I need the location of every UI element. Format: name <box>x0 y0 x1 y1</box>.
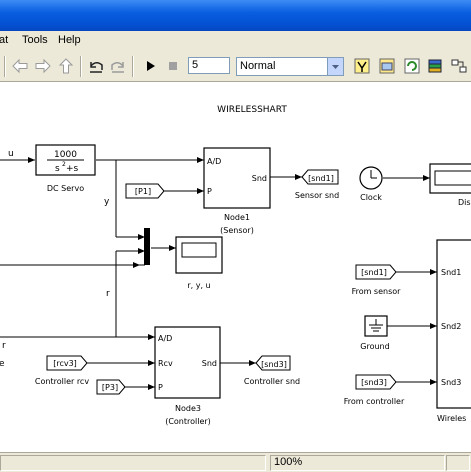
from-sensor-label: From sensor <box>352 287 402 296</box>
node3-port-rcv: Rcv <box>158 359 173 368</box>
from-controller-block[interactable]: [snd3] <box>355 374 397 390</box>
snd1-goto-tag: [snd1] <box>308 174 334 183</box>
menu-format[interactable]: at <box>0 34 8 46</box>
menu-help[interactable]: Help <box>58 34 81 46</box>
wireless-port-snd2: Snd2 <box>441 322 461 331</box>
node3-port-ad: A/D <box>158 334 172 343</box>
status-cell-zoom: 100% <box>270 455 445 471</box>
refresh-icon[interactable] <box>402 56 422 76</box>
back-arrow-icon[interactable] <box>10 56 30 76</box>
wireless-network-block[interactable]: Snd1 Snd2 Snd3 <box>436 239 471 409</box>
signal-label-r: r <box>106 289 110 299</box>
node1-port-ad: A/D <box>207 157 221 166</box>
sensor-snd-label: Sensor snd <box>295 191 339 200</box>
ground-block[interactable] <box>364 315 388 337</box>
snd3-goto-block[interactable]: [snd3] <box>255 355 291 371</box>
menu-bar: at Tools Help <box>0 31 471 52</box>
signal-label-r-left: r <box>2 341 6 351</box>
simulation-mode-select[interactable]: Normal <box>236 57 344 76</box>
mux-block[interactable] <box>144 228 150 265</box>
clock-block[interactable] <box>359 166 383 190</box>
node3-sublabel: (Controller) <box>165 417 211 426</box>
ground-label: Ground <box>360 342 389 351</box>
from-controller-tag: [snd3] <box>361 378 387 387</box>
scope-label: r, y, u <box>187 281 210 290</box>
toolbar-separator <box>80 56 82 77</box>
controller-rcv-label: Controller rcv <box>35 377 89 386</box>
rcv3-from-block[interactable]: [rcv3] <box>46 355 88 371</box>
menu-tools[interactable]: Tools <box>22 34 48 46</box>
block-diagram[interactable]: WIRELESSHART u y r r e 1000 s 2 +s DC Se… <box>0 82 471 452</box>
status-cell-extra <box>446 455 470 471</box>
node1-sublabel: (Sensor) <box>220 226 254 235</box>
toolbar-separator <box>132 56 134 77</box>
toolbar-separator <box>4 56 6 77</box>
dc-servo-label: DC Servo <box>47 184 84 193</box>
run-icon[interactable] <box>140 56 160 76</box>
controller-snd-label: Controller snd <box>244 377 300 386</box>
signal-label-e-left: e <box>0 359 5 369</box>
redo-icon[interactable] <box>108 56 128 76</box>
node3-label: Node3 <box>175 404 201 413</box>
signal-label-y: y <box>104 197 110 207</box>
model-explorer-icon[interactable] <box>449 56 469 76</box>
model-canvas[interactable]: WIRELESSHART u y r r e 1000 s 2 +s DC Se… <box>0 82 471 452</box>
rcv3-tag: [rcv3] <box>53 359 77 368</box>
chevron-down-icon[interactable] <box>327 58 343 75</box>
wireless-port-snd1: Snd1 <box>441 268 461 277</box>
display-label: Dis <box>458 198 471 207</box>
node1-sensor-block[interactable]: A/D P Snd <box>203 147 271 209</box>
tf-denominator-s: s <box>55 164 60 174</box>
node1-port-snd: Snd <box>252 174 267 183</box>
node3-port-snd: Snd <box>202 359 217 368</box>
diagram-title: WIRELESSHART <box>217 105 287 115</box>
node3-controller-block[interactable]: A/D Rcv P Snd <box>154 326 221 399</box>
undo-icon[interactable] <box>86 56 106 76</box>
from-sensor-block[interactable]: [snd1] <box>355 264 397 280</box>
snd1-goto-block[interactable]: [snd1] <box>301 169 339 185</box>
status-cell-message <box>0 455 266 471</box>
clock-label: Clock <box>360 193 382 202</box>
up-arrow-icon[interactable] <box>56 56 76 76</box>
scope-block[interactable] <box>175 236 223 274</box>
snd3-goto-tag: [snd3] <box>261 360 287 369</box>
node1-label: Node1 <box>224 213 250 222</box>
title-bar <box>0 0 471 31</box>
node1-port-p: P <box>207 187 212 196</box>
node3-port-p: P <box>158 383 163 392</box>
from-sensor-tag: [snd1] <box>361 268 387 277</box>
wireless-label: Wireles <box>437 414 466 423</box>
update-icon[interactable] <box>377 56 397 76</box>
stop-time-input[interactable]: 5 <box>188 57 230 74</box>
build-icon[interactable] <box>352 56 372 76</box>
stop-icon[interactable] <box>163 56 183 76</box>
tf-numerator: 1000 <box>54 150 77 160</box>
p3-from-block[interactable]: [P3] <box>96 379 126 395</box>
forward-arrow-icon[interactable] <box>33 56 53 76</box>
from-controller-label: From controller <box>344 397 405 406</box>
p1-tag: [P1] <box>135 187 151 196</box>
status-bar: 100% <box>0 452 471 472</box>
zoom-level: 100% <box>274 456 303 468</box>
tf-denominator-rest: +s <box>66 164 79 174</box>
p3-tag: [P3] <box>102 383 118 392</box>
library-browser-icon[interactable] <box>425 56 445 76</box>
dc-servo-block[interactable]: 1000 s 2 +s <box>35 144 96 176</box>
p1-from-block[interactable]: [P1] <box>125 183 165 199</box>
display-block[interactable] <box>429 163 471 194</box>
wireless-port-snd3: Snd3 <box>441 378 461 387</box>
signal-label-u: u <box>8 149 14 159</box>
simulation-mode-value: Normal <box>240 60 276 72</box>
